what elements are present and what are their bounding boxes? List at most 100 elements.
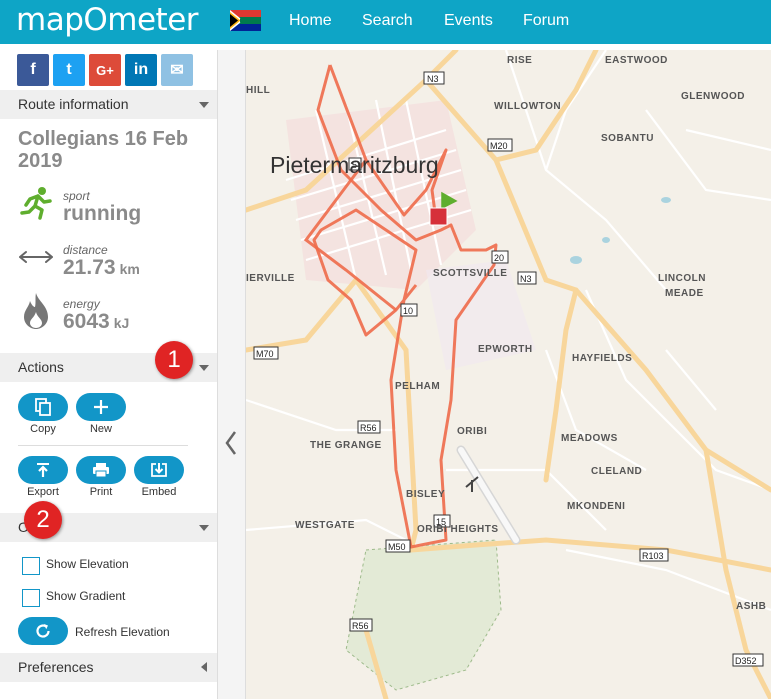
google-plus-share-button[interactable]: G+: [89, 54, 121, 86]
refresh-icon: [36, 624, 50, 638]
nav-search[interactable]: Search: [362, 12, 413, 30]
show-elevation-checkbox[interactable]: [22, 557, 40, 575]
distance-arrows-icon: [19, 251, 53, 263]
section-label: Actions: [18, 359, 64, 375]
energy-value: 6043: [63, 310, 110, 333]
twitter-share-button[interactable]: t: [53, 54, 85, 86]
nav-forum[interactable]: Forum: [523, 12, 569, 30]
show-gradient-checkbox[interactable]: [22, 589, 40, 607]
road-label: 10: [403, 306, 413, 316]
top-bar: mapOmeter Home Search Events Forum: [0, 0, 771, 44]
upload-icon: [37, 463, 49, 477]
place-label: SOBANTU: [601, 133, 654, 144]
embed-button[interactable]: [134, 456, 184, 484]
facebook-share-button[interactable]: f: [17, 54, 49, 86]
road-label: R56: [352, 621, 369, 631]
email-share-button[interactable]: ✉: [161, 54, 193, 86]
road-label: N3: [520, 274, 532, 284]
road-label: M20: [490, 141, 508, 151]
map-view[interactable]: N3 M20 5 20 N3 10 M70 R56 15 M50 R103 R5…: [246, 50, 771, 699]
section-label: Route information: [18, 96, 129, 112]
refresh-elevation-label[interactable]: Refresh Elevation: [75, 625, 170, 639]
flame-icon: [24, 293, 48, 329]
refresh-elevation-button[interactable]: [18, 617, 68, 645]
place-label: WILLOWTON: [494, 101, 561, 112]
section-label: Preferences: [18, 659, 94, 675]
energy-unit: kJ: [113, 315, 130, 331]
chevron-down-icon: [199, 102, 209, 108]
city-label: Pietermaritzburg: [270, 152, 439, 178]
place-label: MEADE: [665, 288, 704, 299]
chevron-down-icon: [199, 365, 209, 371]
place-label: EPWORTH: [478, 344, 533, 355]
road-label: D352: [735, 656, 757, 666]
linkedin-icon: in: [133, 61, 149, 78]
place-label: WESTGATE: [295, 520, 355, 531]
mapometer-logo[interactable]: mapOmeter: [16, 2, 199, 38]
print-button[interactable]: [76, 456, 126, 484]
linkedin-share-button[interactable]: in: [125, 54, 157, 86]
google-plus-icon: G+: [96, 62, 114, 78]
export-label: Export: [27, 486, 59, 498]
nav-events[interactable]: Events: [444, 12, 493, 30]
new-label: New: [89, 423, 112, 435]
road-label: M50: [388, 542, 406, 552]
divider: [18, 445, 188, 446]
chevron-left-icon: [225, 431, 237, 455]
show-gradient-label: Show Gradient: [46, 589, 126, 603]
place-label: MKONDENI: [567, 501, 625, 512]
distance-unit: km: [119, 261, 140, 277]
map-canvas[interactable]: N3 M20 5 20 N3 10 M70 R56 15 M50 R103 R5…: [246, 50, 771, 699]
chevron-down-icon: [199, 525, 209, 531]
copy-label: Copy: [30, 423, 56, 435]
road-label: R56: [360, 423, 377, 433]
copy-icon: [35, 398, 51, 416]
embed-label: Embed: [141, 486, 177, 498]
annotation-badge-1: 1: [155, 341, 193, 379]
place-label: LINCOLN: [658, 273, 706, 284]
embed-download-icon: [151, 463, 167, 477]
road-label: N3: [427, 74, 439, 84]
sport-key: sport: [63, 189, 90, 203]
export-button[interactable]: [18, 456, 68, 484]
new-button[interactable]: [76, 393, 126, 421]
show-elevation-label: Show Elevation: [46, 557, 129, 571]
place-label: EASTWOOD: [605, 55, 668, 66]
route-information-header[interactable]: Route information: [0, 90, 217, 119]
distance-value-row: 21.73 km: [63, 256, 140, 280]
road-label: R103: [642, 551, 664, 561]
energy-value-row: 6043 kJ: [63, 310, 129, 334]
place-label: BISLEY: [406, 489, 445, 500]
preferences-header[interactable]: Preferences: [0, 653, 217, 682]
chevron-left-icon: [201, 662, 207, 672]
place-label: IERVILLE: [246, 273, 295, 284]
road-label: 20: [494, 253, 504, 263]
sidebar-collapse-handle[interactable]: [218, 50, 246, 699]
place-label: GLENWOOD: [681, 91, 745, 102]
place-label: PELHAM: [395, 381, 440, 392]
distance-key: distance: [63, 243, 108, 257]
south-africa-flag-icon: [230, 10, 261, 31]
place-label: ASHB: [736, 601, 766, 612]
annotation-badge-2: 2: [24, 501, 62, 539]
route-title: Collegians 16 Feb 2019: [18, 128, 189, 172]
copy-button[interactable]: [18, 393, 68, 421]
place-label: HILL: [246, 85, 270, 96]
print-label: Print: [89, 486, 113, 498]
facebook-icon: f: [30, 61, 36, 78]
place-label: HAYFIELDS: [572, 353, 632, 364]
nav-home[interactable]: Home: [289, 12, 332, 30]
place-label: ORIBI: [457, 426, 487, 437]
distance-value: 21.73: [63, 256, 116, 279]
place-label: CLELAND: [591, 466, 642, 477]
energy-key: energy: [63, 297, 100, 311]
email-icon: ✉: [170, 62, 184, 79]
place-label: MEADOWS: [561, 433, 618, 444]
printer-icon: [93, 463, 109, 478]
running-icon: [20, 187, 52, 220]
place-label: SCOTTSVILLE: [433, 268, 507, 279]
road-label: M70: [256, 349, 274, 359]
place-label: ORIBI HEIGHTS: [417, 524, 499, 535]
twitter-icon: t: [66, 61, 72, 78]
place-label: RISE: [507, 55, 532, 66]
